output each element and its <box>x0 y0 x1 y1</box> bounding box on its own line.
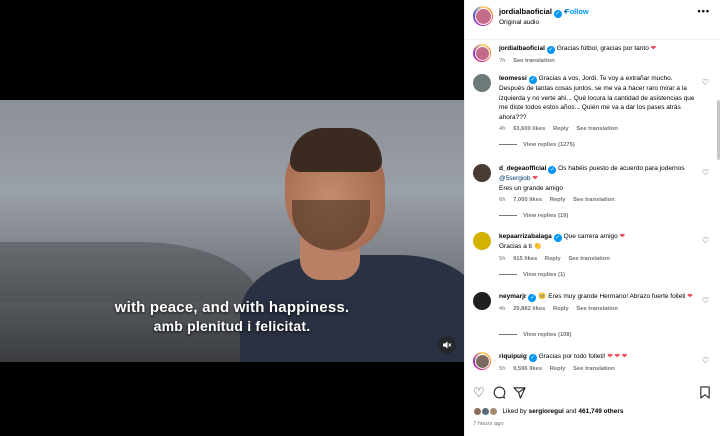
heart-emoji: ❤ <box>650 45 657 52</box>
commenter-username[interactable]: kepaarrizabalaga <box>499 233 552 240</box>
see-translation-link[interactable]: See translation <box>576 126 618 132</box>
reply-button[interactable]: Reply <box>553 126 569 132</box>
comment-likes[interactable]: 915 likes <box>513 256 537 262</box>
commenter-username[interactable]: leomessi <box>499 75 527 82</box>
verified-badge-icon: ✓ <box>548 166 557 174</box>
subtitle-line-1: with peace, and with happiness. <box>114 299 350 316</box>
view-replies-button[interactable]: View replies (19) <box>499 213 568 219</box>
post-header: jordialbaoficial ✓ • Follow Original audi… <box>465 0 720 40</box>
comment-text: Gracias a vos, Jordi. Te voy a extrañar … <box>499 75 695 121</box>
author-username[interactable]: jordialbaoficial <box>499 7 552 16</box>
comment-likes[interactable]: 29,882 likes <box>513 306 545 312</box>
liked-by-and: and <box>565 408 577 416</box>
bookmark-icon[interactable] <box>699 386 711 402</box>
comment-time[interactable]: 5h <box>499 366 505 372</box>
subtitle-line-2: amb plenitud i felicitat. <box>153 318 311 334</box>
comment-text-2: Eres un grande amigo <box>499 184 563 192</box>
verified-badge-icon: ✓ <box>553 10 562 18</box>
comment-likes[interactable]: 63,600 likes <box>513 126 545 132</box>
post-side-panel: jordialbaoficial ✓ • Follow Original audi… <box>464 0 720 436</box>
heart-icon[interactable]: ♡ <box>473 386 485 400</box>
reply-button[interactable]: Reply <box>545 256 561 262</box>
see-translation-link[interactable]: See translation <box>576 306 618 312</box>
see-translation-link[interactable]: See translation <box>573 366 615 372</box>
share-icon[interactable] <box>513 386 526 402</box>
view-replies-button[interactable]: View replies (108) <box>499 332 572 338</box>
see-translation-link[interactable]: See translation <box>568 256 610 262</box>
liked-by-user[interactable]: sergioregui <box>528 408 563 415</box>
comment-time[interactable]: 4h <box>499 126 505 132</box>
caption-avatar[interactable] <box>473 44 491 62</box>
liked-by-prefix: Liked by <box>502 408 527 416</box>
liker-avatar <box>488 407 498 416</box>
commenter-avatar[interactable] <box>473 232 491 250</box>
action-bar: ♡ <box>465 382 720 404</box>
commenter-avatar[interactable] <box>473 292 491 310</box>
commenter-username[interactable]: neymarjr <box>499 293 526 300</box>
view-replies-button[interactable]: View replies (1275) <box>499 142 575 148</box>
commenter-avatar[interactable] <box>473 164 491 182</box>
mention-link[interactable]: @5sergiob <box>499 175 531 182</box>
comment-time[interactable]: 4h <box>499 306 505 312</box>
heart-emoji: ❤ <box>619 233 626 240</box>
verified-badge-icon: ✓ <box>528 354 537 362</box>
reply-button[interactable]: Reply <box>550 366 566 372</box>
like-comment-heart-icon[interactable]: ♡ <box>702 78 709 87</box>
person-hair <box>290 128 382 172</box>
comment-text: Gracias por todo folleti! <box>538 353 606 360</box>
heart-emoji: ❤ <box>532 175 538 182</box>
see-translation-link[interactable]: See translation <box>513 58 555 64</box>
comment-text-2: Gracias a ti <box>499 243 532 250</box>
reply-button[interactable]: Reply <box>553 306 569 312</box>
commenter-avatar[interactable] <box>473 352 491 370</box>
verified-badge-icon: ✓ <box>528 294 537 302</box>
verified-badge-icon: ✓ <box>553 234 562 242</box>
view-replies-button[interactable]: View replies (1) <box>499 272 565 278</box>
heart-emojis: ❤ ❤ ❤ <box>607 353 628 360</box>
liked-by-summary: Liked by sergioregui and 461,749 others <box>473 407 624 416</box>
comment-text: Que carrera amigo <box>563 233 618 240</box>
like-comment-heart-icon[interactable]: ♡ <box>702 296 709 305</box>
author-avatar[interactable] <box>473 6 493 26</box>
like-comment-heart-icon[interactable]: ♡ <box>702 356 709 365</box>
clap-emoji: 👏 <box>533 243 542 250</box>
reel-video[interactable]: with peace, and with happiness. amb plen… <box>0 100 464 362</box>
comment-time[interactable]: 6h <box>499 197 505 203</box>
liked-by-others[interactable]: 461,749 others <box>578 408 623 415</box>
verified-badge-icon: ✓ <box>528 76 537 84</box>
like-comment-heart-icon[interactable]: ♡ <box>702 168 709 177</box>
media-pane: with peace, and with happiness. amb plen… <box>0 0 464 436</box>
commenter-username[interactable]: d_degeaofficial <box>499 165 546 172</box>
post-time-ago[interactable]: 7 hours ago <box>473 421 504 427</box>
verified-badge-icon: ✓ <box>546 46 555 54</box>
commenter-avatar[interactable] <box>473 74 491 92</box>
caption-time[interactable]: 7h <box>499 58 505 64</box>
commenter-username[interactable]: riquipuig <box>499 353 527 360</box>
like-comment-heart-icon[interactable]: ♡ <box>702 236 709 245</box>
comment-likes[interactable]: 7,000 likes <box>513 197 542 203</box>
pleading-emoji: 🥺 <box>538 293 547 300</box>
comment-time[interactable]: 5h <box>499 256 505 262</box>
comments-list: jordialbaoficial ✓ Gracias fútbol, gracia… <box>465 40 720 374</box>
speaker-muted-icon[interactable] <box>438 336 456 354</box>
comment-text: Os habéis puesto de acuerdo para joderno… <box>558 165 685 172</box>
follow-button[interactable]: Follow <box>565 7 589 16</box>
see-translation-link[interactable]: See translation <box>573 197 615 203</box>
reply-button[interactable]: Reply <box>550 197 566 203</box>
audio-link[interactable]: Original audio <box>499 19 539 26</box>
more-options-icon[interactable]: ••• <box>698 6 710 16</box>
comment-icon[interactable] <box>493 386 506 402</box>
caption-text: Gracias fútbol, gracias por tanto <box>556 45 649 52</box>
comment-text: Eres muy grande Hermano! Abrazo fuerte f… <box>548 293 686 300</box>
heart-emoji: ❤ <box>687 293 693 300</box>
comment-likes[interactable]: 9,596 likes <box>513 366 542 372</box>
caption-username[interactable]: jordialbaoficial <box>499 45 545 52</box>
